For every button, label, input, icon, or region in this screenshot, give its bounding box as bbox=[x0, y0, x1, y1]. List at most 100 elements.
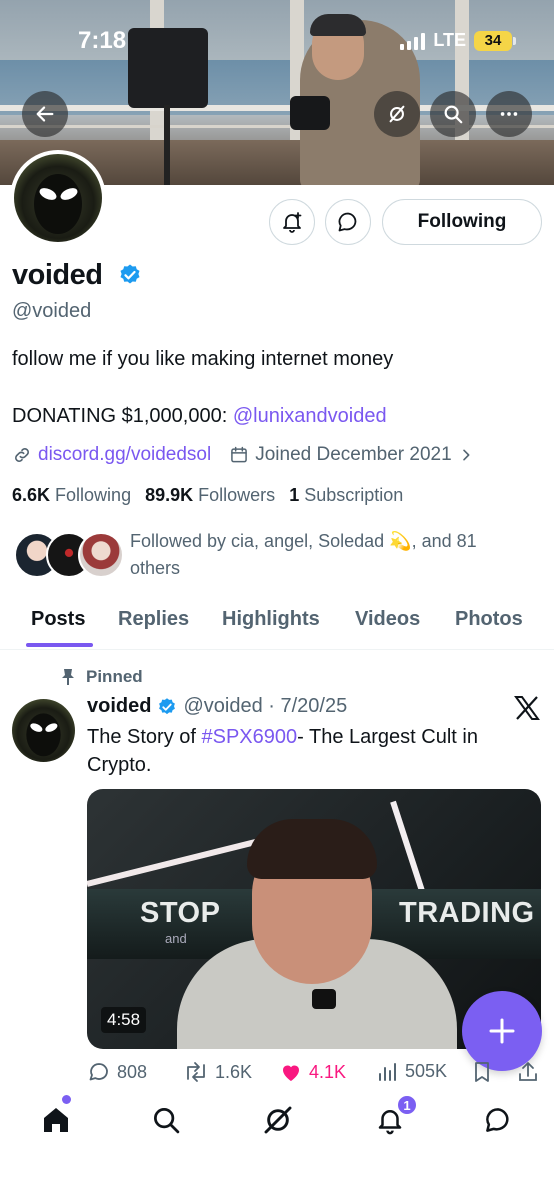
video-mic bbox=[312, 989, 336, 1009]
repost-button[interactable]: 1.6K bbox=[183, 1060, 252, 1084]
following-button[interactable]: Following bbox=[382, 199, 542, 245]
x-logo-icon[interactable] bbox=[514, 696, 540, 720]
back-button[interactable] bbox=[22, 91, 68, 137]
joined-date[interactable]: Joined December 2021 bbox=[229, 444, 473, 466]
video-overlay-small: and bbox=[165, 931, 187, 946]
nav-home[interactable] bbox=[36, 1100, 76, 1140]
followers-count: 89.9K bbox=[145, 485, 194, 505]
compose-post-button[interactable] bbox=[462, 991, 542, 1071]
follower-avatar bbox=[78, 532, 124, 578]
views-button[interactable]: 505K bbox=[377, 1060, 447, 1082]
profile-display-name: voided bbox=[12, 259, 103, 291]
reply-icon bbox=[89, 1063, 108, 1081]
pinned-label: Pinned bbox=[60, 667, 143, 687]
view-count: 505K bbox=[405, 1060, 448, 1081]
share-icon bbox=[519, 1062, 537, 1081]
calendar-icon bbox=[231, 446, 248, 463]
tab-replies[interactable]: Replies bbox=[118, 608, 189, 631]
arrow-left-icon bbox=[36, 106, 54, 122]
video-person-hair bbox=[247, 819, 377, 879]
home-unread-dot bbox=[62, 1095, 71, 1104]
post-text-prefix: The Story of bbox=[87, 726, 202, 748]
reply-count: 808 bbox=[117, 1061, 148, 1082]
network-type: LTE bbox=[433, 30, 466, 50]
nav-messages[interactable] bbox=[478, 1100, 518, 1140]
hashtag-link[interactable]: #SPX6900 bbox=[202, 726, 298, 748]
alien-avatar-image bbox=[26, 713, 61, 757]
subscription-stat[interactable]: 1 Subscription bbox=[289, 485, 403, 506]
pin-icon bbox=[62, 669, 74, 685]
search-button[interactable] bbox=[430, 91, 476, 137]
more-options-button[interactable] bbox=[486, 91, 532, 137]
link-icon bbox=[15, 448, 29, 462]
profile-avatar[interactable] bbox=[10, 150, 106, 246]
post-text: The Story of #SPX6900- The Largest Cult … bbox=[87, 723, 527, 779]
profile-bio: follow me if you like making internet mo… bbox=[12, 348, 394, 370]
following-stat-label: Following bbox=[55, 485, 132, 505]
home-icon bbox=[44, 1108, 68, 1132]
following-count: 6.6K bbox=[12, 485, 51, 505]
profile-bio-donating: DONATING $1,000,000: @lunixandvoided bbox=[12, 405, 387, 428]
reply-button[interactable]: 808 bbox=[87, 1060, 147, 1084]
post-author-name[interactable]: voided bbox=[87, 695, 151, 718]
tab-posts[interactable]: Posts bbox=[31, 608, 85, 631]
joined-label: Joined December 2021 bbox=[255, 444, 452, 465]
post-author-avatar[interactable] bbox=[12, 699, 75, 762]
profile-handle: @voided bbox=[12, 300, 92, 322]
post-header: voided @voided · 7/20/25 bbox=[87, 695, 347, 718]
video-overlay-left: STOP bbox=[140, 897, 221, 929]
battery-level: 34 bbox=[484, 32, 502, 49]
tab-videos[interactable]: Videos bbox=[355, 608, 420, 631]
message-button[interactable] bbox=[325, 199, 371, 245]
following-stat[interactable]: 6.6K Following bbox=[12, 485, 131, 506]
more-horizontal-icon bbox=[500, 112, 518, 116]
like-count: 4.1K bbox=[309, 1061, 347, 1082]
notifications-badge: 1 bbox=[396, 1094, 418, 1116]
followers-stat[interactable]: 89.9K Followers bbox=[145, 485, 275, 506]
profile-stats: 6.6K Following 89.9K Followers 1 Subscri… bbox=[12, 485, 403, 506]
subscription-count: 1 bbox=[289, 485, 300, 505]
heart-filled-icon bbox=[283, 1065, 299, 1081]
bookmark-icon bbox=[475, 1062, 489, 1082]
website-link[interactable]: discord.gg/voidedsol bbox=[38, 444, 211, 466]
alien-avatar-image bbox=[34, 174, 82, 234]
followers-stat-label: Followers bbox=[198, 485, 276, 505]
active-tab-indicator bbox=[26, 643, 93, 647]
tab-highlights[interactable]: Highlights bbox=[222, 608, 320, 631]
grok-button[interactable] bbox=[374, 91, 420, 137]
post-handle-date: @voided · 7/20/25 bbox=[183, 695, 348, 717]
chat-bubble-icon bbox=[486, 1108, 509, 1132]
video-duration: 4:58 bbox=[101, 1007, 147, 1033]
chevron-right-icon bbox=[462, 449, 470, 461]
like-button[interactable]: 4.1K bbox=[279, 1060, 346, 1084]
search-icon bbox=[154, 1108, 180, 1134]
notify-button[interactable] bbox=[269, 199, 315, 245]
status-indicators: LTE 34 bbox=[400, 30, 516, 51]
grok-icon bbox=[389, 105, 405, 123]
banner-handheld-camera bbox=[290, 96, 330, 130]
bell-plus-icon bbox=[283, 212, 302, 233]
nav-search[interactable] bbox=[146, 1100, 186, 1140]
nav-grok[interactable] bbox=[258, 1100, 298, 1140]
donating-text: DONATING $1,000,000: bbox=[12, 405, 233, 427]
bookmark-button[interactable] bbox=[471, 1060, 493, 1084]
search-icon bbox=[444, 105, 463, 124]
followed-by-avatars[interactable] bbox=[14, 532, 124, 580]
mention-link[interactable]: @lunixandvoided bbox=[233, 405, 387, 427]
repost-icon bbox=[187, 1062, 205, 1082]
status-time: 7:18 bbox=[78, 27, 127, 54]
video-overlay-right: TRADING bbox=[399, 897, 535, 929]
pinned-text: Pinned bbox=[86, 667, 143, 686]
tab-photos[interactable]: Photos bbox=[455, 608, 523, 631]
followed-by-text[interactable]: Followed by cia, angel, Soledad 💫, and 8… bbox=[130, 528, 530, 582]
bar-chart-icon bbox=[379, 1063, 396, 1081]
share-button[interactable] bbox=[517, 1060, 539, 1084]
verified-badge-icon bbox=[159, 697, 176, 714]
chat-bubble-icon bbox=[338, 212, 357, 232]
signal-icon bbox=[400, 32, 426, 50]
profile-tabs: Posts Replies Highlights Videos Photos bbox=[0, 598, 554, 650]
grok-icon bbox=[264, 1106, 292, 1134]
status-bar: 7:18 LTE 34 bbox=[0, 0, 554, 80]
battery-icon: 34 bbox=[474, 30, 516, 51]
repost-count: 1.6K bbox=[215, 1061, 253, 1082]
